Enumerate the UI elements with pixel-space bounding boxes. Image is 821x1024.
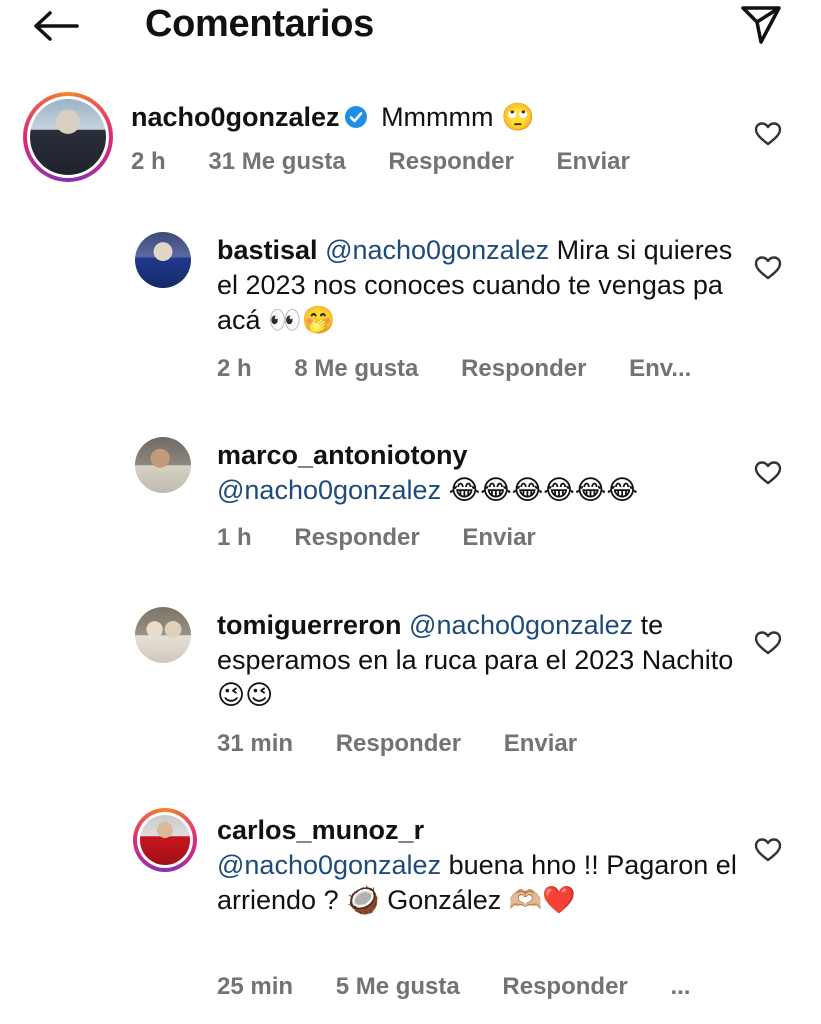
heart-icon[interactable]: [754, 120, 782, 148]
reply-comment: marco_antoniotony @nacho0gonzalez 😂😂😂😂😂😂…: [0, 430, 821, 560]
verified-badge-icon: [344, 106, 367, 128]
likes-count[interactable]: 8 Me gusta: [294, 355, 418, 382]
avatar[interactable]: [135, 437, 191, 493]
heart-icon[interactable]: [754, 254, 782, 282]
comment-body: tomiguerreron @nacho0gonzalez te esperam…: [217, 608, 737, 713]
page-title: Comentarios: [145, 3, 374, 45]
comment-meta: 1 h Responder Enviar: [217, 524, 572, 552]
heart-icon[interactable]: [754, 459, 782, 487]
send-button[interactable]: Env...: [629, 355, 691, 382]
mention-link[interactable]: @nacho0gonzalez: [217, 850, 441, 880]
comment-username[interactable]: marco_antoniotony: [217, 440, 468, 470]
heart-icon[interactable]: [754, 836, 782, 864]
main-comment: nacho0gonzalez Mmmmm 🙄 2 h 31 Me gusta R…: [0, 80, 821, 190]
comment-username[interactable]: tomiguerreron: [217, 610, 402, 640]
comment-time: 1 h: [217, 524, 252, 551]
mention-link[interactable]: @nacho0gonzalez: [325, 235, 549, 265]
top-bar: Comentarios: [0, 0, 821, 56]
mention-link[interactable]: @nacho0gonzalez: [217, 475, 441, 505]
paper-plane-icon: [741, 6, 781, 44]
comment-text: Mmmmm 🙄: [381, 102, 535, 132]
send-button[interactable]: Enviar: [556, 148, 629, 175]
comment-meta: 2 h 31 Me gusta Responder Enviar: [131, 148, 666, 176]
avatar[interactable]: [23, 92, 113, 182]
reply-button[interactable]: Responder: [502, 973, 627, 1000]
likes-count[interactable]: 31 Me gusta: [208, 148, 345, 175]
likes-count[interactable]: 5 Me gusta: [336, 973, 460, 1000]
comment-body: bastisal @nacho0gonzalez Mira si quieres…: [217, 233, 737, 338]
comment-meta: 2 h 8 Me gusta Responder Env...: [217, 355, 727, 383]
comment-username[interactable]: carlos_munoz_r: [217, 815, 424, 845]
mention-link[interactable]: @nacho0gonzalez: [409, 610, 633, 640]
avatar-photo: [140, 815, 190, 865]
reply-button[interactable]: Responder: [294, 524, 419, 551]
avatar-photo: [30, 99, 106, 175]
reply-button[interactable]: Responder: [388, 148, 513, 175]
comment-meta: 31 min Responder Enviar: [217, 730, 613, 758]
more-options-button[interactable]: ...: [670, 973, 690, 1000]
comment-username[interactable]: nacho0gonzalez: [131, 102, 340, 132]
comment-time: 25 min: [217, 973, 294, 1000]
avatar[interactable]: [135, 607, 191, 663]
comment-body: marco_antoniotony @nacho0gonzalez 😂😂😂😂😂😂: [217, 438, 737, 508]
comment-body: nacho0gonzalez Mmmmm 🙄: [131, 100, 535, 135]
back-button[interactable]: [30, 6, 82, 46]
reply-comment: carlos_munoz_r @nacho0gonzalez buena hno…: [0, 805, 821, 1015]
heart-icon[interactable]: [754, 629, 782, 657]
comment-time: 31 min: [217, 730, 294, 757]
reply-button[interactable]: Responder: [461, 355, 586, 382]
comment-body: carlos_munoz_r @nacho0gonzalez buena hno…: [217, 813, 737, 918]
comment-time: 2 h: [131, 148, 166, 175]
send-button[interactable]: Enviar: [462, 524, 535, 551]
arrow-left-icon: [34, 11, 79, 41]
comment-username[interactable]: bastisal: [217, 235, 318, 265]
avatar[interactable]: [133, 808, 197, 872]
share-button[interactable]: [736, 2, 786, 46]
comment-time: 2 h: [217, 355, 252, 382]
reply-comment: bastisal @nacho0gonzalez Mira si quieres…: [0, 225, 821, 395]
comment-meta: 25 min 5 Me gusta Responder ...: [217, 973, 726, 1001]
reply-comment: tomiguerreron @nacho0gonzalez te esperam…: [0, 600, 821, 770]
send-button[interactable]: Enviar: [504, 730, 577, 757]
reply-button[interactable]: Responder: [336, 730, 461, 757]
avatar[interactable]: [135, 232, 191, 288]
comment-text: 😂😂😂😂😂😂: [441, 475, 638, 505]
